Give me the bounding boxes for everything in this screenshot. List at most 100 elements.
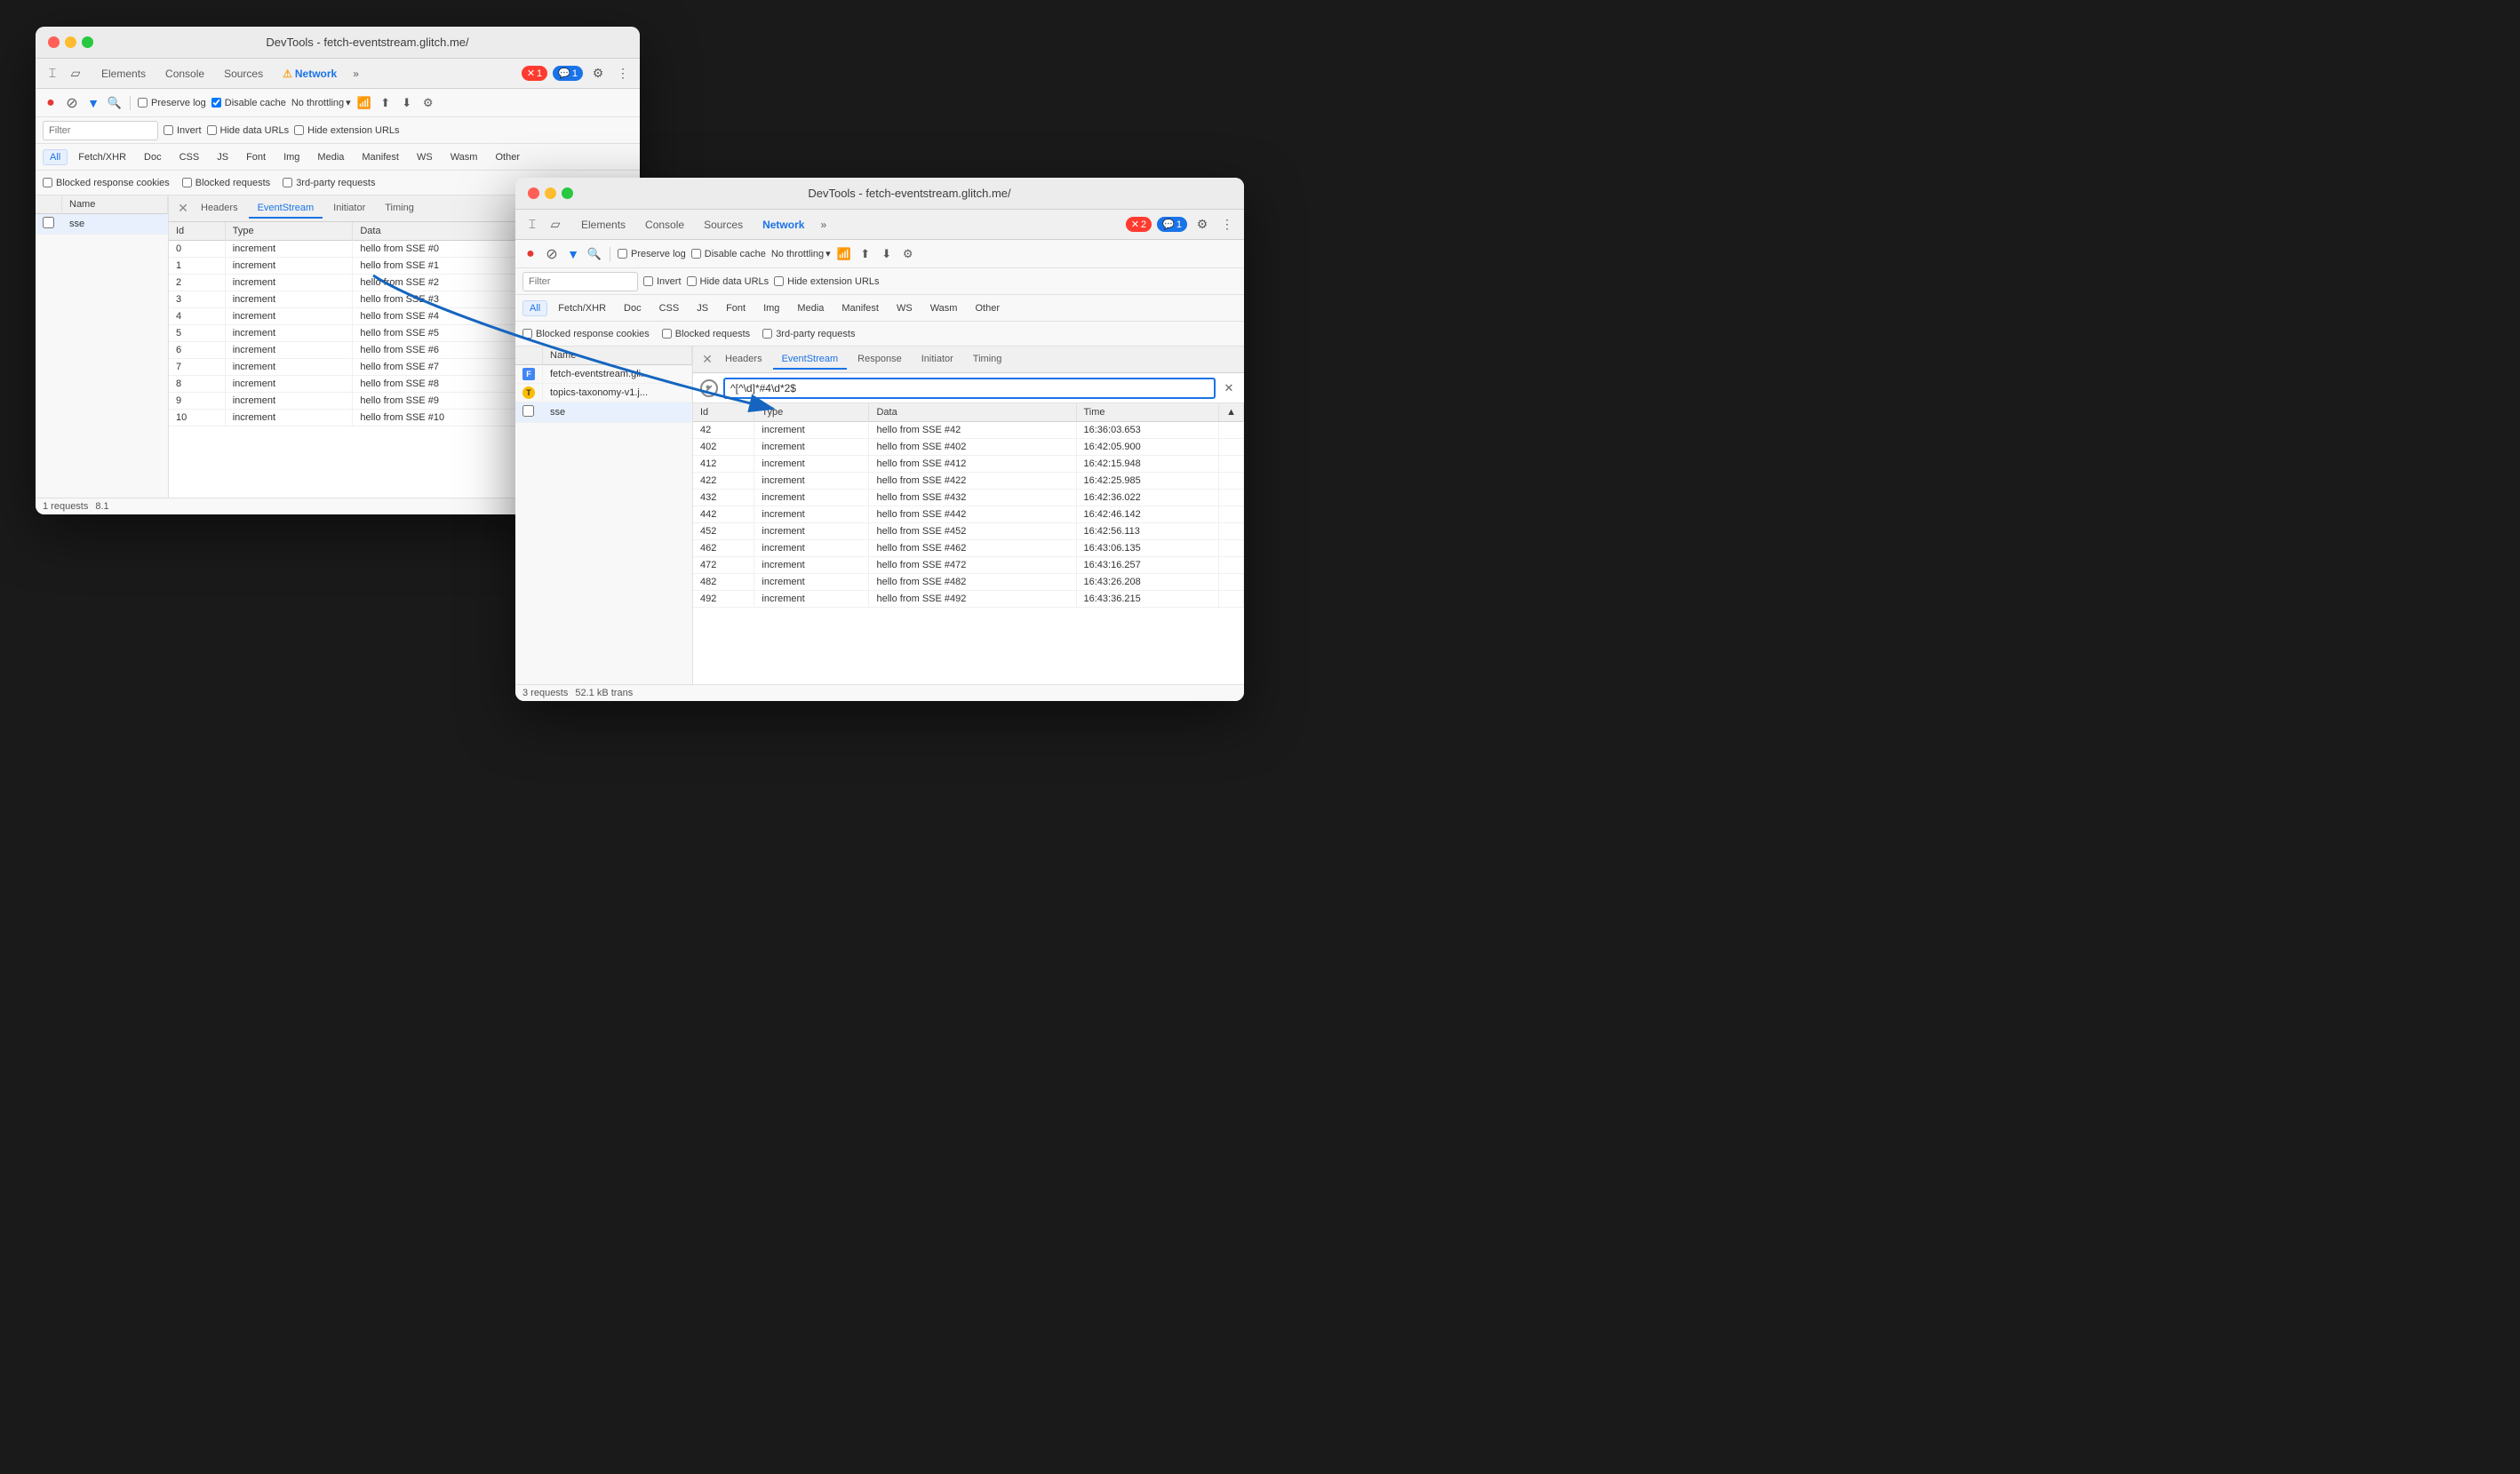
table-row[interactable]: 402incrementhello from SSE #40216:42:05.… xyxy=(693,439,1244,456)
type-btn-other-2[interactable]: Other xyxy=(968,300,1007,316)
type-btn-other-1[interactable]: Other xyxy=(488,149,527,165)
preserve-log-label-1[interactable]: Preserve log xyxy=(138,98,206,108)
maximize-button-2[interactable] xyxy=(562,187,573,199)
type-btn-js-1[interactable]: JS xyxy=(210,149,235,165)
blocked-cookies-checkbox-2[interactable] xyxy=(522,329,532,339)
type-btn-doc-2[interactable]: Doc xyxy=(617,300,649,316)
invert-checkbox-1[interactable] xyxy=(163,125,173,135)
panel-tab-eventstream-1[interactable]: EventStream xyxy=(249,199,323,219)
filter-icon-2[interactable]: ▼ xyxy=(565,246,581,262)
settings2-icon-2[interactable]: ⚙ xyxy=(900,246,916,262)
type-btn-css-1[interactable]: CSS xyxy=(172,149,207,165)
tab-network-1[interactable]: ⚠Network xyxy=(274,64,346,84)
type-btn-js-2[interactable]: JS xyxy=(690,300,715,316)
panel-tab-initiator-1[interactable]: Initiator xyxy=(324,199,374,219)
disable-cache-label-1[interactable]: Disable cache xyxy=(211,98,286,108)
request-row-topics[interactable]: T topics-taxonomy-v1.j... xyxy=(515,384,692,402)
panel-close-btn-2[interactable]: ✕ xyxy=(700,353,714,367)
hide-data-urls-label-2[interactable]: Hide data URLs xyxy=(687,276,770,287)
invert-label-1[interactable]: Invert xyxy=(163,125,202,136)
wifi-icon-2[interactable]: 📶 xyxy=(836,246,852,262)
wifi-icon-1[interactable]: 📶 xyxy=(356,95,372,111)
minimize-button-1[interactable] xyxy=(65,36,76,48)
blocked-requests-checkbox-1[interactable] xyxy=(182,178,192,187)
topics-name[interactable]: topics-taxonomy-v1.j... xyxy=(543,384,692,402)
type-btn-wasm-1[interactable]: Wasm xyxy=(443,149,485,165)
third-party-checkbox-2[interactable] xyxy=(762,329,772,339)
more-icon-2[interactable]: ⋮ xyxy=(1217,215,1237,235)
filter-input-1[interactable] xyxy=(43,121,158,140)
filter-input-2[interactable] xyxy=(522,272,638,291)
disable-cache-checkbox-2[interactable] xyxy=(691,249,701,259)
panel-tab-timing-1[interactable]: Timing xyxy=(376,199,423,219)
settings-icon-2[interactable]: ⚙ xyxy=(1192,215,1212,235)
tab-more-1[interactable]: » xyxy=(347,64,364,84)
maximize-button-1[interactable] xyxy=(82,36,93,48)
type-btn-img-1[interactable]: Img xyxy=(276,149,307,165)
sse-row-1[interactable]: sse xyxy=(36,214,168,235)
request-row-sse[interactable]: sse xyxy=(515,402,692,423)
throttle-select-2[interactable]: No throttling ▾ xyxy=(771,248,831,259)
type-btn-media-1[interactable]: Media xyxy=(310,149,351,165)
type-btn-fetch-1[interactable]: Fetch/XHR xyxy=(71,149,133,165)
panel-tab-initiator-2[interactable]: Initiator xyxy=(913,350,962,370)
table-row[interactable]: 482incrementhello from SSE #48216:43:26.… xyxy=(693,574,1244,591)
type-btn-font-1[interactable]: Font xyxy=(239,149,273,165)
panel-tab-eventstream-2[interactable]: EventStream xyxy=(773,350,848,370)
record-icon-2[interactable]: ● xyxy=(522,246,538,262)
tab-console-1[interactable]: Console xyxy=(156,64,213,84)
table-row[interactable]: 412incrementhello from SSE #41216:42:15.… xyxy=(693,456,1244,473)
invert-label-2[interactable]: Invert xyxy=(643,276,682,287)
blocked-cookies-label-2[interactable]: Blocked response cookies xyxy=(522,329,650,339)
tab-network-2[interactable]: Network xyxy=(754,215,813,235)
sse-checkbox-1[interactable] xyxy=(43,217,54,228)
minimize-button-2[interactable] xyxy=(545,187,556,199)
table-row[interactable]: 422incrementhello from SSE #42216:42:25.… xyxy=(693,473,1244,490)
table-row[interactable]: 452incrementhello from SSE #45216:42:56.… xyxy=(693,523,1244,540)
panel-tab-timing-2[interactable]: Timing xyxy=(964,350,1011,370)
panel-tab-response-2[interactable]: Response xyxy=(849,350,911,370)
preserve-log-label-2[interactable]: Preserve log xyxy=(618,249,686,259)
type-btn-manifest-1[interactable]: Manifest xyxy=(355,149,406,165)
hide-extension-urls-label-1[interactable]: Hide extension URLs xyxy=(294,125,399,136)
upload-icon-2[interactable]: ⬆ xyxy=(857,246,873,262)
type-btn-media-2[interactable]: Media xyxy=(790,300,831,316)
throttle-select-1[interactable]: No throttling ▾ xyxy=(291,97,351,108)
tab-sources-2[interactable]: Sources xyxy=(695,215,752,235)
fetch-name[interactable]: fetch-eventstream.gli... xyxy=(543,365,692,384)
invert-checkbox-2[interactable] xyxy=(643,276,653,286)
download-icon-2[interactable]: ⬇ xyxy=(879,246,895,262)
disable-cache-checkbox-1[interactable] xyxy=(211,98,221,108)
eventstream-search-input[interactable] xyxy=(723,378,1216,399)
search-icon[interactable]: 🔍 xyxy=(107,95,123,111)
search-icon-2[interactable]: 🔍 xyxy=(586,246,602,262)
tab-elements-1[interactable]: Elements xyxy=(92,64,155,84)
tab-sources-1[interactable]: Sources xyxy=(215,64,272,84)
third-party-label-1[interactable]: 3rd-party requests xyxy=(283,178,375,188)
hide-extension-urls-checkbox-2[interactable] xyxy=(774,276,784,286)
type-btn-ws-2[interactable]: WS xyxy=(889,300,920,316)
tab-elements-2[interactable]: Elements xyxy=(572,215,634,235)
device-icon[interactable]: ▱ xyxy=(66,64,85,84)
tab-more-2[interactable]: » xyxy=(815,215,832,235)
sse-name-1[interactable]: sse xyxy=(62,214,168,235)
table-row[interactable]: 42incrementhello from SSE #4216:36:03.65… xyxy=(693,422,1244,439)
hide-extension-urls-checkbox-1[interactable] xyxy=(294,125,304,135)
filter-icon[interactable]: ▼ xyxy=(85,95,101,111)
type-btn-all-2[interactable]: All xyxy=(522,300,547,316)
settings-icon-1[interactable]: ⚙ xyxy=(588,64,608,84)
blocked-requests-checkbox-2[interactable] xyxy=(662,329,672,339)
panel-tab-headers-1[interactable]: Headers xyxy=(192,199,247,219)
filter-circle-icon[interactable] xyxy=(700,379,718,397)
type-btn-font-2[interactable]: Font xyxy=(719,300,753,316)
blocked-requests-label-2[interactable]: Blocked requests xyxy=(662,329,750,339)
record-icon[interactable]: ● xyxy=(43,95,59,111)
sse-name-2[interactable]: sse xyxy=(543,402,692,423)
hide-data-urls-label-1[interactable]: Hide data URLs xyxy=(207,125,290,136)
blocked-cookies-checkbox-1[interactable] xyxy=(43,178,52,187)
third-party-checkbox-1[interactable] xyxy=(283,178,292,187)
clear-icon[interactable]: ⊘ xyxy=(64,95,80,111)
type-btn-css-2[interactable]: CSS xyxy=(652,300,687,316)
type-btn-img-2[interactable]: Img xyxy=(756,300,786,316)
search-clear-icon[interactable]: ✕ xyxy=(1221,380,1237,396)
